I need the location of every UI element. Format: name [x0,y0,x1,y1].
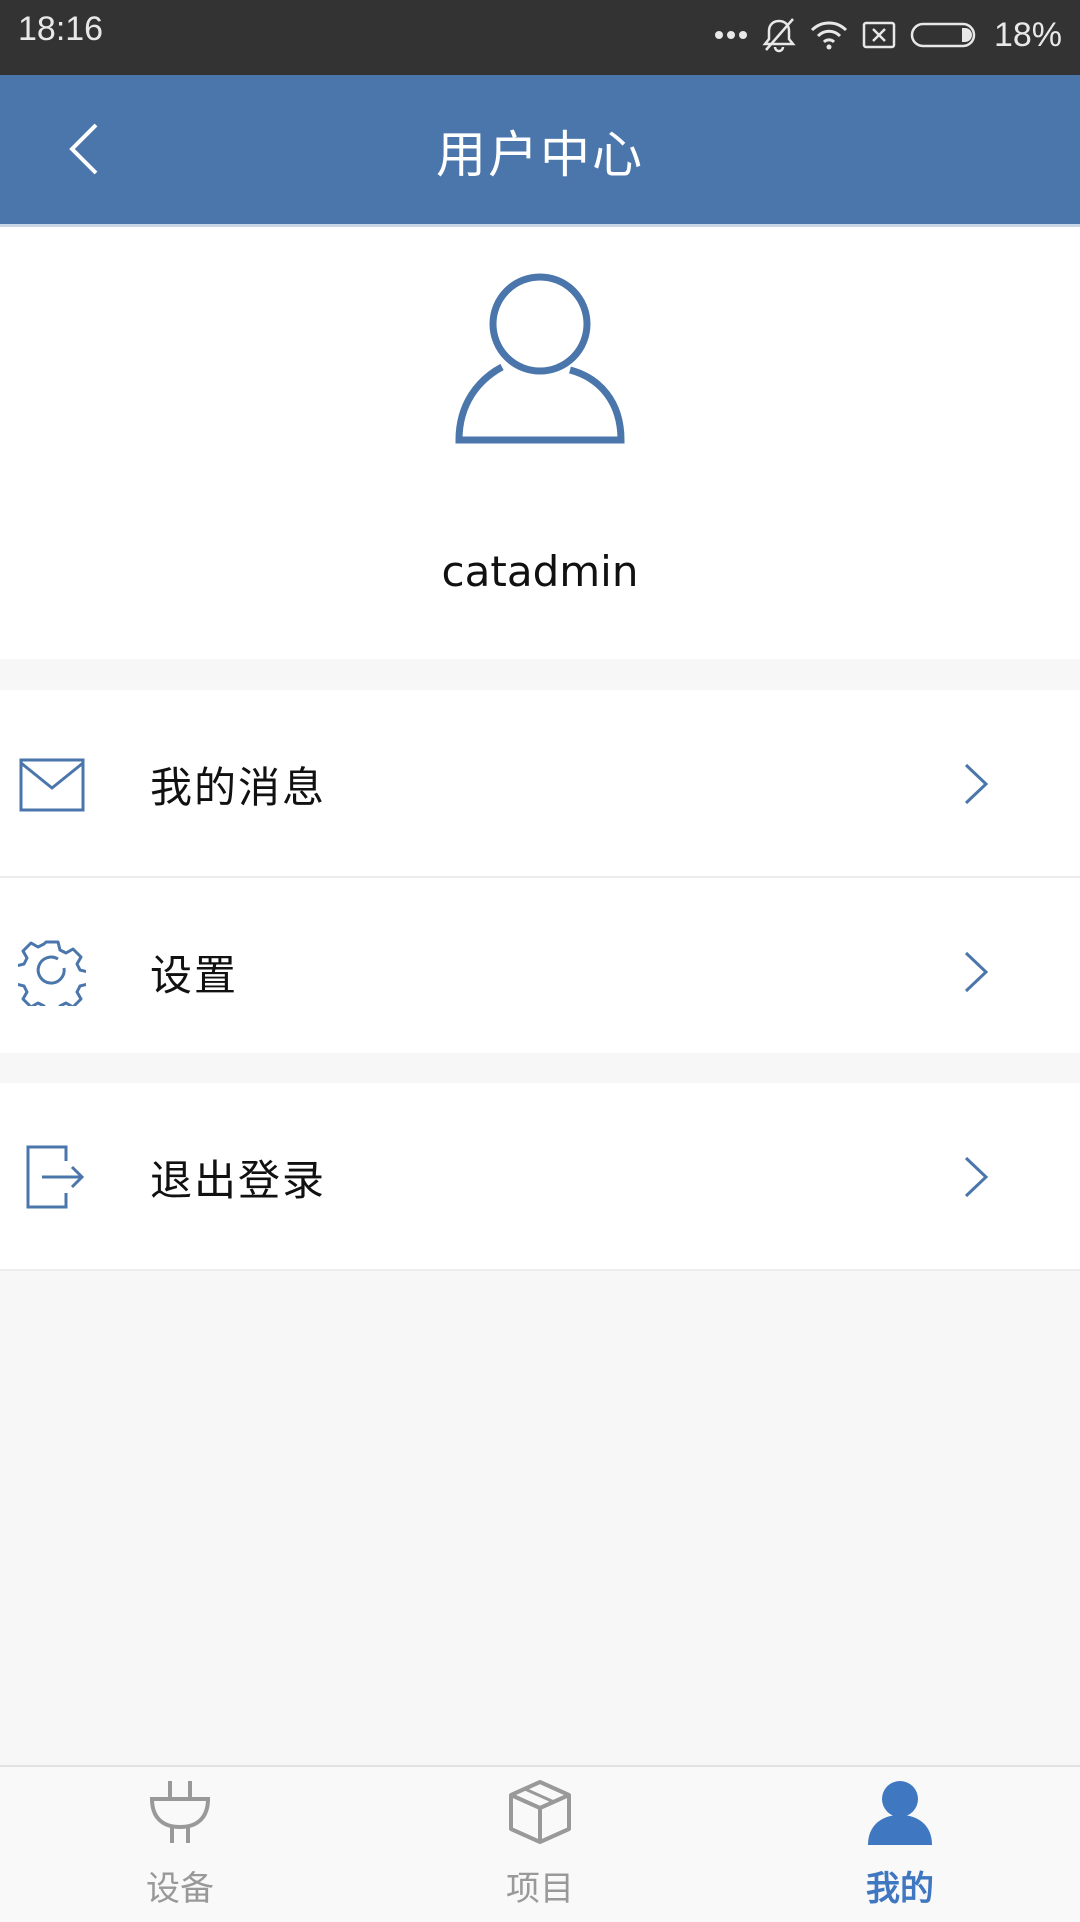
mail-icon [19,758,85,812]
battery-icon [910,22,976,48]
no-sim-icon [862,21,896,49]
menu-item-messages[interactable]: 我的消息 [0,690,1080,878]
profile-section: catadmin [0,227,1080,659]
tab-label: 我的 [866,1869,934,1909]
wifi-icon [810,21,847,50]
status-time: 18:16 [18,10,104,48]
status-bar: 18:16 18% [0,0,1080,75]
gear-icon [18,940,86,1006]
tab-projects[interactable]: 项目 [360,1767,720,1922]
page-title: 用户中心 [436,126,644,184]
bottom-tab-bar: 设备 项目 我的 [0,1765,1080,1922]
mute-bell-icon [762,18,796,53]
more-dots-icon [714,31,747,39]
tab-devices[interactable]: 设备 [0,1767,360,1922]
box-icon [509,1780,571,1844]
tab-label: 设备 [146,1869,214,1909]
status-icons: 18% [714,10,1062,60]
menu-group-logout: 退出登录 [0,1083,1080,1271]
username: catadmin [441,547,639,596]
menu-item-label: 退出登录 [150,1156,327,1205]
chevron-right-icon [964,1156,989,1198]
menu-group-account: 我的消息 设置 [0,690,1080,1053]
header-bar: 用户中心 [0,75,1080,224]
chevron-right-icon [964,763,989,805]
tab-mine[interactable]: 我的 [720,1767,1080,1922]
menu-item-label: 设置 [150,951,239,1000]
person-icon [868,1781,932,1845]
avatar-icon [455,273,625,444]
menu-item-label: 我的消息 [150,763,327,812]
tab-label: 项目 [506,1869,574,1909]
plug-icon [149,1781,211,1843]
battery-percent: 18% [993,15,1062,54]
menu-item-logout[interactable]: 退出登录 [0,1083,1080,1271]
logout-icon [26,1145,85,1209]
menu-item-settings[interactable]: 设置 [0,878,1080,1053]
chevron-right-icon [964,951,989,993]
